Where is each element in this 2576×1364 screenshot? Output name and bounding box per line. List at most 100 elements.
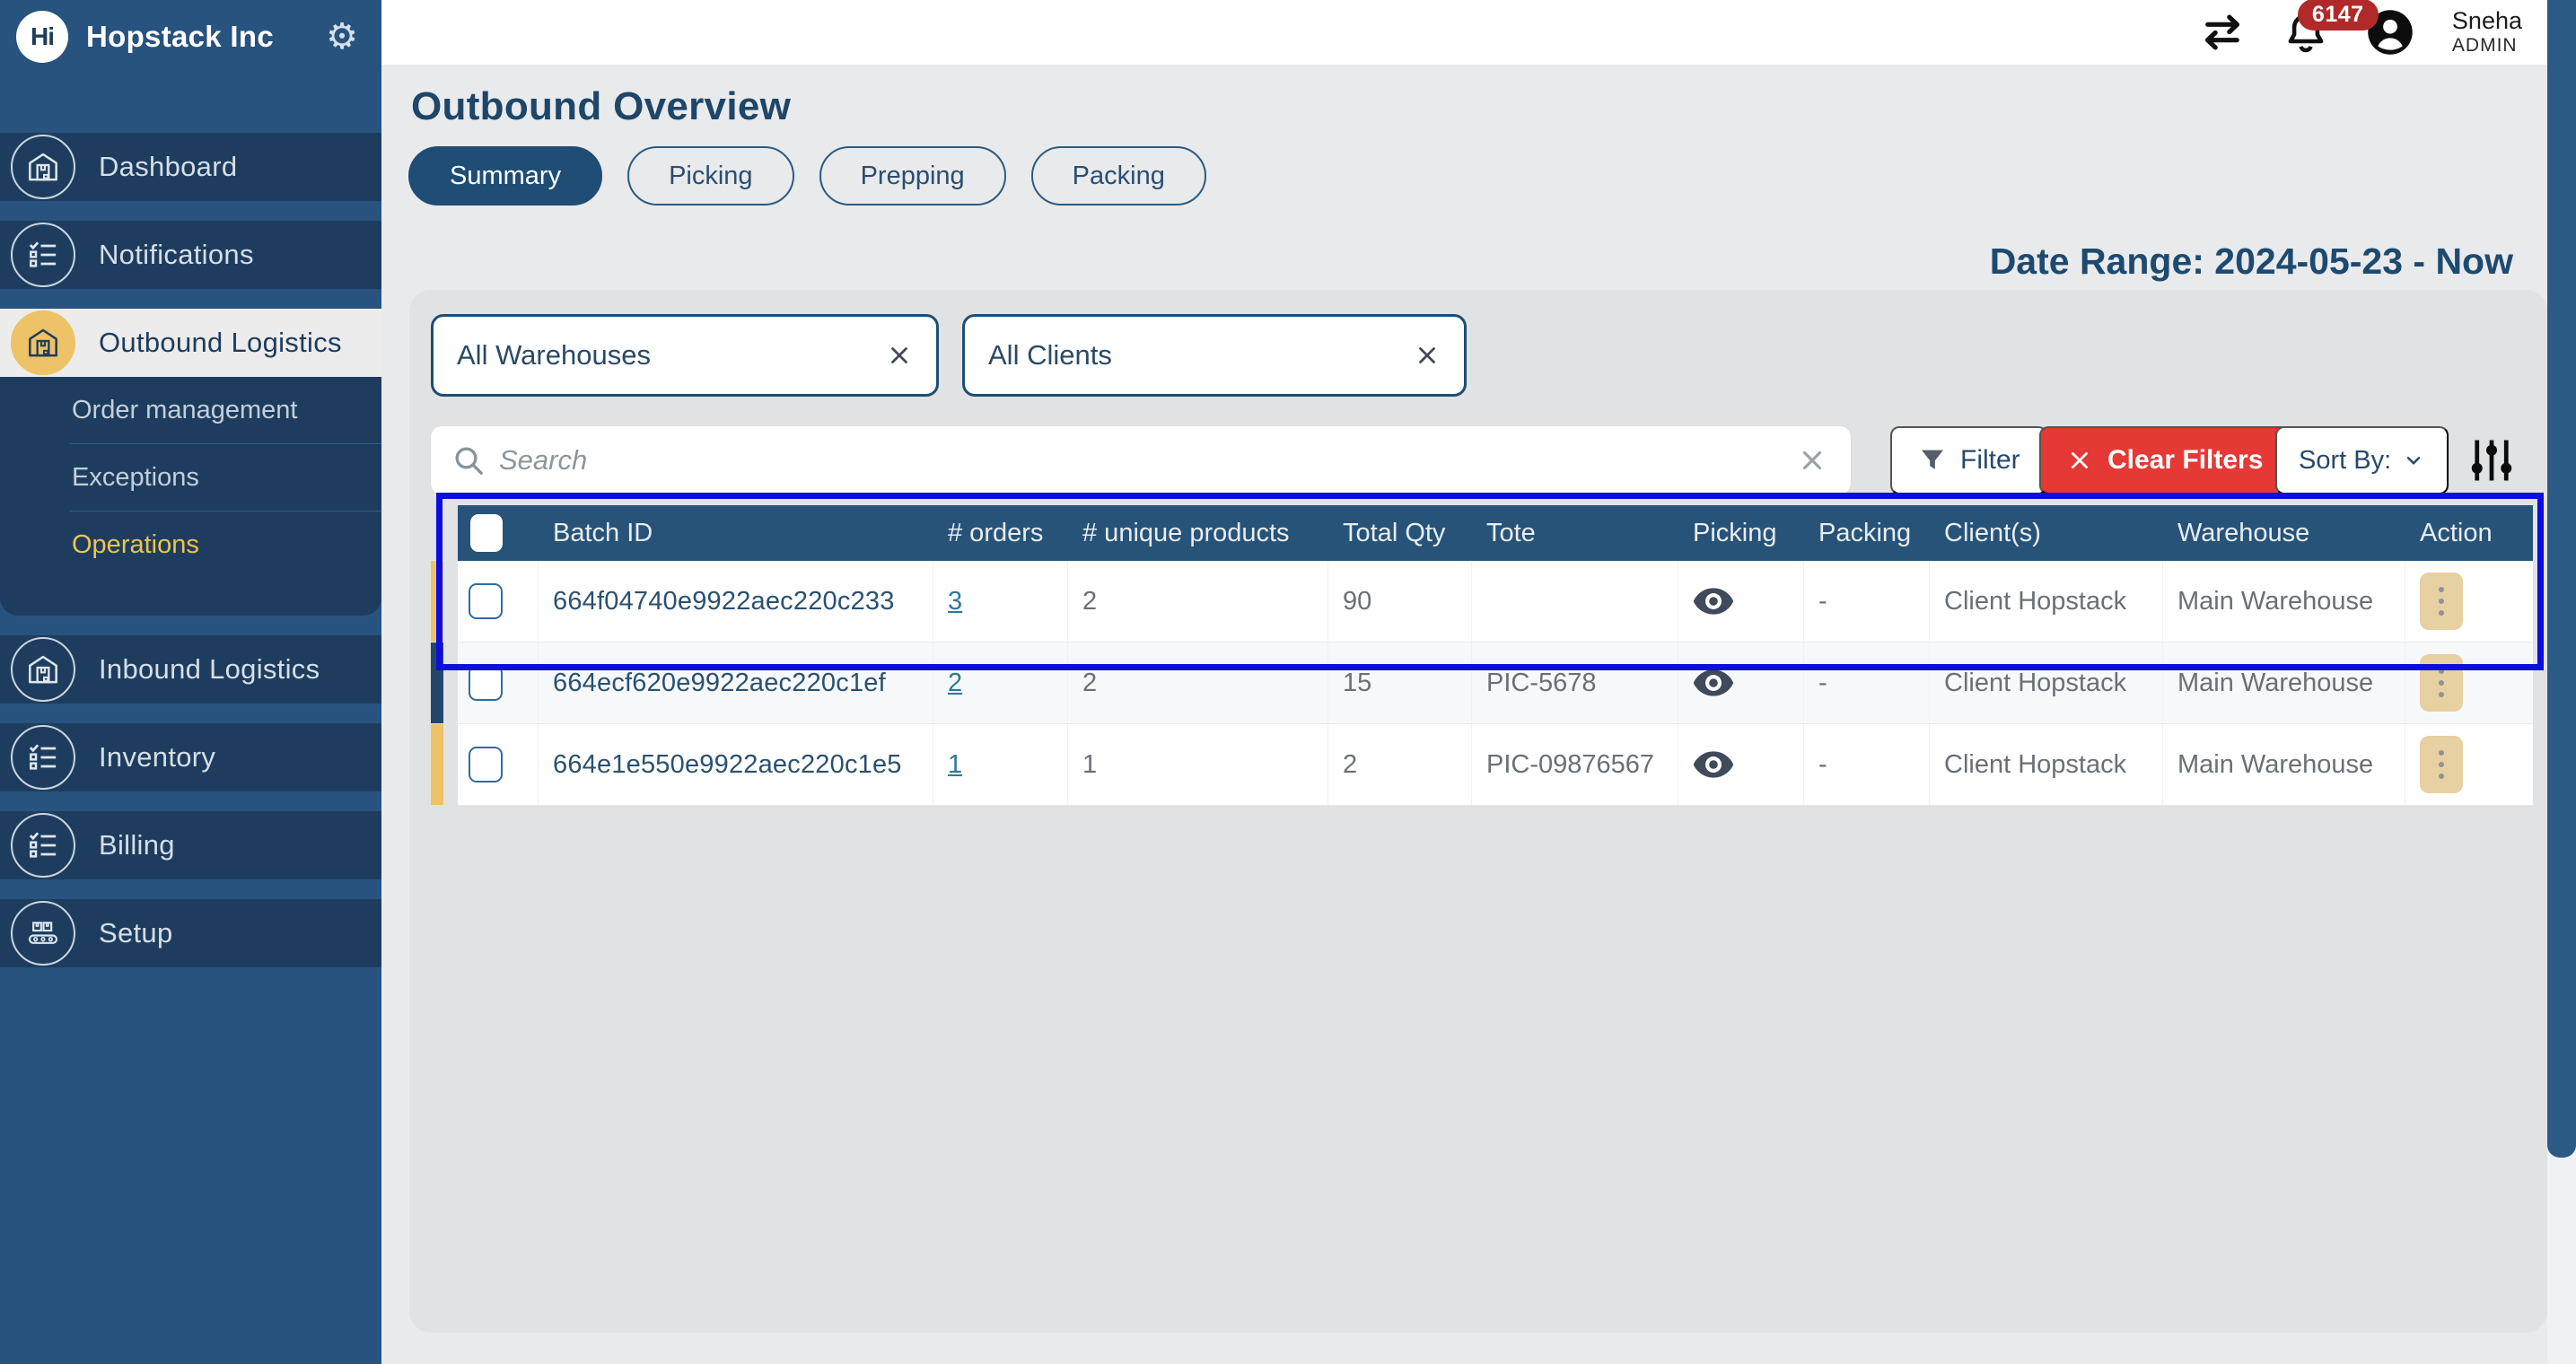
clear-filters-button[interactable]: Clear Filters <box>2039 426 2290 494</box>
sidebar-item-dashboard[interactable]: Dashboard <box>0 133 381 201</box>
scrollbar-thumb[interactable] <box>2547 0 2576 1158</box>
clients: Client Hopstack <box>1930 561 2163 642</box>
packing: - <box>1804 561 1930 642</box>
clear-client-icon[interactable] <box>1414 342 1441 369</box>
tab-summary[interactable]: Summary <box>408 146 602 205</box>
picking-eye-icon[interactable] <box>1693 750 1734 779</box>
sidebar-header: Hi Hopstack Inc ⚙ <box>0 0 381 74</box>
submenu-item-label: Order management <box>72 396 297 425</box>
sidebar-item-label: Inventory <box>99 741 215 774</box>
clients: Client Hopstack <box>1930 724 2163 805</box>
picking-eye-icon[interactable] <box>1693 669 1734 697</box>
unique-products: 2 <box>1068 561 1328 642</box>
row-actions-button[interactable] <box>2420 736 2463 793</box>
sidebar-item-label: Billing <box>99 829 175 861</box>
select-all-checkbox[interactable] <box>470 514 503 552</box>
unique-products: 1 <box>1068 724 1328 805</box>
funnel-icon <box>1917 445 1948 476</box>
sidebar-item-label: Outbound Logistics <box>99 327 342 359</box>
sliders-icon <box>2465 433 2519 487</box>
orders-link[interactable]: 3 <box>948 587 962 616</box>
packing: - <box>1804 643 1930 723</box>
topbar: 6147 Sneha ADMIN <box>381 0 2547 65</box>
table-row: 664e1e550e9922aec220c1e5 1 1 2 PIC-09876… <box>458 724 2533 806</box>
checklist-icon <box>11 813 75 878</box>
sidebar-item-billing[interactable]: Billing <box>0 811 381 879</box>
gear-icon[interactable]: ⚙ <box>326 19 358 55</box>
tab-picking[interactable]: Picking <box>627 146 794 205</box>
col-orders: # orders <box>933 519 1068 548</box>
orders-link[interactable]: 2 <box>948 669 962 698</box>
sidebar-item-inventory[interactable]: Inventory <box>0 723 381 791</box>
clear-warehouse-icon[interactable] <box>886 342 913 369</box>
user-block[interactable]: Sneha ADMIN <box>2452 7 2522 57</box>
warehouse: Main Warehouse <box>2163 724 2405 805</box>
sidebar-item-notifications[interactable]: Notifications <box>0 221 381 289</box>
tote: PIC-09876567 <box>1472 724 1678 805</box>
total-qty: 2 <box>1328 724 1472 805</box>
notification-count-badge: 6147 <box>2298 0 2379 31</box>
col-batch-id: Batch ID <box>539 519 933 548</box>
sort-by-label: Sort By: <box>2299 446 2391 476</box>
row-status-bar <box>431 643 443 723</box>
col-action: Action <box>2405 519 2533 548</box>
sidebar-item-setup[interactable]: Setup <box>0 899 381 967</box>
picking-eye-icon[interactable] <box>1693 587 1734 616</box>
submenu-item-label: Exceptions <box>72 463 199 493</box>
row-checkbox[interactable] <box>469 583 503 619</box>
notifications-bell[interactable]: 6147 <box>2283 10 2328 55</box>
clear-filters-label: Clear Filters <box>2107 445 2263 476</box>
warehouse: Main Warehouse <box>2163 561 2405 642</box>
row-actions-button[interactable] <box>2420 654 2463 712</box>
column-settings-button[interactable] <box>2465 433 2519 487</box>
orders-link[interactable]: 1 <box>948 750 962 780</box>
col-clients: Client(s) <box>1930 519 2163 548</box>
sidebar-item-label: Inbound Logistics <box>99 653 320 686</box>
checklist-icon <box>11 725 75 790</box>
row-actions-button[interactable] <box>2420 573 2463 630</box>
user-role: ADMIN <box>2452 35 2522 57</box>
clear-search-icon[interactable] <box>1797 445 1827 476</box>
brand-name: Hopstack Inc <box>86 20 274 54</box>
submenu-item-label: Operations <box>72 530 199 560</box>
transfer-arrows-icon[interactable] <box>2199 9 2246 56</box>
col-warehouse: Warehouse <box>2163 519 2405 548</box>
checklist-icon <box>11 223 75 287</box>
sort-by-dropdown[interactable]: Sort By: <box>2275 426 2449 494</box>
submenu-item-order-management[interactable]: Order management <box>0 377 381 443</box>
total-qty: 15 <box>1328 643 1472 723</box>
total-qty: 90 <box>1328 561 1472 642</box>
client-select[interactable]: All Clients <box>962 314 1467 397</box>
client-select-value: All Clients <box>988 339 1112 372</box>
chevron-down-icon <box>2402 449 2425 472</box>
col-unique-products: # unique products <box>1068 519 1328 548</box>
sidebar-item-label: Setup <box>99 917 173 949</box>
unique-products: 2 <box>1068 643 1328 723</box>
row-checkbox[interactable] <box>469 665 503 701</box>
page-title: Outbound Overview <box>411 84 791 129</box>
clients: Client Hopstack <box>1930 643 2163 723</box>
row-checkbox[interactable] <box>469 747 503 783</box>
sidebar-item-inbound-logistics[interactable]: Inbound Logistics <box>0 635 381 704</box>
search-input[interactable] <box>499 444 1797 477</box>
submenu-item-operations[interactable]: Operations <box>0 512 381 578</box>
filter-button[interactable]: Filter <box>1890 426 2047 494</box>
tab-prepping[interactable]: Prepping <box>819 146 1006 205</box>
col-packing: Packing <box>1804 519 1930 548</box>
warehouse-icon <box>11 135 75 199</box>
tab-packing[interactable]: Packing <box>1031 146 1206 205</box>
sidebar-item-outbound-logistics[interactable]: Outbound Logistics <box>0 309 381 377</box>
warehouse-select-value: All Warehouses <box>457 339 651 372</box>
warehouse-icon <box>11 310 75 375</box>
submenu-item-exceptions[interactable]: Exceptions <box>0 444 381 511</box>
sidebar-menu: Dashboard Notifications Outbound Logisti… <box>0 133 381 967</box>
batch-id: 664e1e550e9922aec220c1e5 <box>539 724 933 805</box>
user-name: Sneha <box>2452 7 2522 35</box>
warehouse-select[interactable]: All Warehouses <box>431 314 939 397</box>
col-picking: Picking <box>1678 519 1804 548</box>
view-tabs: Summary Picking Prepping Packing <box>408 146 1206 205</box>
search-icon <box>451 442 486 478</box>
search-bar <box>431 426 1851 494</box>
x-icon <box>2066 447 2093 474</box>
packing: - <box>1804 724 1930 805</box>
